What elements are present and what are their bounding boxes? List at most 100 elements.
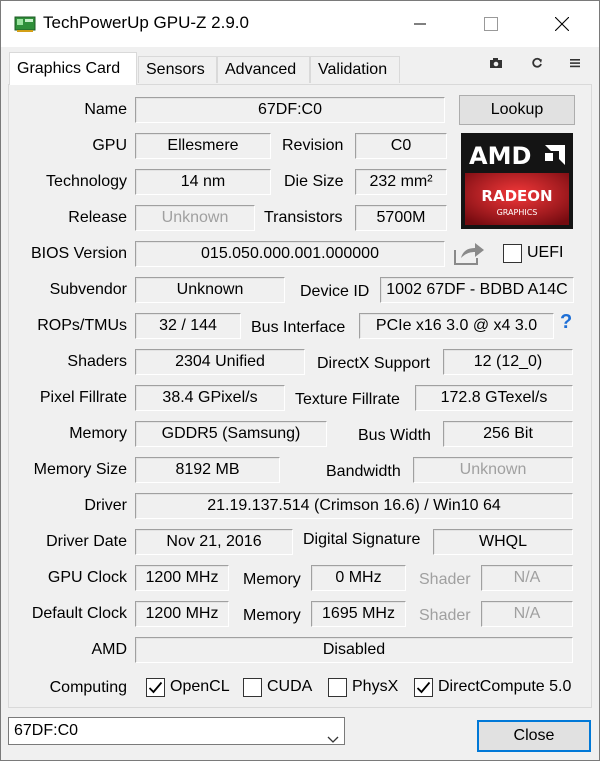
- directcompute-label: DirectCompute 5.0: [438, 678, 572, 695]
- opencl-checkbox[interactable]: [146, 678, 165, 697]
- gpu-memory-clock-field[interactable]: 0 MHz: [311, 565, 406, 591]
- directx-support-label: DirectX Support: [317, 355, 430, 372]
- radeon-logo-text: RADEON: [481, 187, 552, 205]
- gpu-field[interactable]: Ellesmere: [135, 133, 271, 159]
- device-id-field[interactable]: 1002 67DF - BDBD A14C: [380, 277, 574, 303]
- computing-label: Computing: [49, 679, 127, 696]
- default-shader-clock-field[interactable]: N/A: [481, 601, 573, 627]
- gpu-clock-label: GPU Clock: [47, 569, 127, 586]
- lookup-button[interactable]: Lookup: [459, 95, 575, 125]
- revision-field[interactable]: C0: [355, 133, 447, 159]
- cuda-checkbox[interactable]: [243, 678, 262, 697]
- amd-logo-text: AMD: [469, 142, 531, 170]
- default-clock-field[interactable]: 1200 MHz: [135, 601, 229, 627]
- graphics-logo-text: GRAPHICS: [497, 208, 538, 217]
- hamburger-menu-icon[interactable]: [569, 56, 583, 68]
- gpu-memory-clock-label: Memory: [243, 571, 301, 588]
- rops-tmus-field[interactable]: 32 / 144: [135, 313, 241, 339]
- name-field[interactable]: 67DF:C0: [135, 97, 445, 123]
- physx-label: PhysX: [352, 678, 399, 695]
- default-clock-label: Default Clock: [31, 605, 127, 622]
- subvendor-label: Subvendor: [49, 281, 127, 298]
- die-size-label: Die Size: [284, 173, 344, 190]
- directx-support-field[interactable]: 12 (12_0): [443, 349, 573, 375]
- maximize-button[interactable]: [468, 1, 514, 47]
- texture-fillrate-label: Texture Fillrate: [295, 391, 400, 408]
- driver-field[interactable]: 21.19.137.514 (Crimson 16.6) / Win10 64: [135, 493, 573, 519]
- chevron-down-icon: [327, 727, 339, 753]
- default-shader-clock-label: Shader: [419, 607, 471, 624]
- amd-crossfire-field[interactable]: Disabled: [135, 637, 573, 663]
- transistors-label: Transistors: [264, 209, 343, 226]
- subvendor-field[interactable]: Unknown: [135, 277, 285, 303]
- share-icon[interactable]: [453, 240, 485, 266]
- checkmark-icon: [148, 681, 163, 694]
- tab-label: Graphics Card: [17, 60, 121, 77]
- gpu-card-icon: [14, 15, 36, 33]
- digital-signature-field[interactable]: WHQL: [433, 529, 573, 555]
- window-close-button[interactable]: [539, 1, 585, 47]
- bus-interface-label: Bus Interface: [251, 319, 346, 336]
- tab-strip: Graphics Card Sensors Advanced Validatio…: [1, 47, 599, 89]
- gpu-select-dropdown[interactable]: 67DF:C0: [8, 717, 345, 745]
- tab-label: Validation: [318, 61, 388, 78]
- refresh-icon[interactable]: [531, 56, 545, 68]
- close-icon: [555, 17, 569, 31]
- driver-date-field[interactable]: Nov 21, 2016: [135, 529, 293, 555]
- rops-tmus-label: ROPs/TMUs: [37, 317, 127, 334]
- gpu-label: GPU: [92, 137, 127, 154]
- bus-width-field[interactable]: 256 Bit: [443, 421, 573, 447]
- minimize-icon: [414, 18, 426, 30]
- gpu-shader-clock-label: Shader: [419, 571, 471, 588]
- memory-size-label: Memory Size: [33, 461, 127, 478]
- digital-signature-label: Digital Signature: [303, 531, 421, 548]
- bios-version-label: BIOS Version: [30, 245, 127, 262]
- shaders-field[interactable]: 2304 Unified: [135, 349, 305, 375]
- minimize-button[interactable]: [397, 1, 443, 47]
- revision-label: Revision: [282, 137, 344, 154]
- title-bar: TechPowerUp GPU-Z 2.9.0: [1, 1, 599, 47]
- name-label: Name: [84, 101, 127, 118]
- gpu-shader-clock-field[interactable]: N/A: [481, 565, 573, 591]
- gpuz-window: TechPowerUp GPU-Z 2.9.0 Graphics Card Se…: [0, 0, 600, 761]
- amd-radeon-logo: AMD RADEON GRAPHICS: [461, 133, 573, 229]
- amd-label: AMD: [91, 641, 127, 658]
- gpu-select-value: 67DF:C0: [14, 722, 79, 739]
- release-field[interactable]: Unknown: [135, 205, 255, 231]
- bus-width-label: Bus Width: [358, 427, 431, 444]
- bandwidth-label: Bandwidth: [326, 463, 401, 480]
- technology-label: Technology: [46, 173, 127, 190]
- graphics-card-panel: Name 67DF:C0 Lookup GPU Ellesmere Revisi…: [8, 84, 592, 708]
- pixel-fillrate-field[interactable]: 38.4 GPixel/s: [135, 385, 285, 411]
- cuda-label: CUDA: [267, 678, 313, 695]
- bios-version-field[interactable]: 015.050.000.001.000000: [135, 241, 445, 267]
- maximize-icon: [484, 17, 498, 31]
- memory-type-field[interactable]: GDDR5 (Samsung): [135, 421, 327, 447]
- window-title: TechPowerUp GPU-Z 2.9.0: [43, 13, 249, 32]
- tab-sensors[interactable]: Sensors: [138, 56, 217, 83]
- opencl-label: OpenCL: [170, 678, 230, 695]
- die-size-field[interactable]: 232 mm²: [355, 169, 447, 195]
- gpu-clock-field[interactable]: 1200 MHz: [135, 565, 229, 591]
- shaders-label: Shaders: [67, 353, 127, 370]
- tab-validation[interactable]: Validation: [310, 56, 400, 83]
- technology-field[interactable]: 14 nm: [135, 169, 271, 195]
- tab-graphics-card[interactable]: Graphics Card: [9, 52, 137, 85]
- directcompute-checkbox[interactable]: [414, 678, 433, 697]
- bus-interface-help-icon[interactable]: ?: [560, 311, 572, 334]
- device-id-label: Device ID: [300, 283, 370, 300]
- physx-checkbox[interactable]: [328, 678, 347, 697]
- transistors-field[interactable]: 5700M: [355, 205, 447, 231]
- memory-size-field[interactable]: 8192 MB: [135, 457, 280, 483]
- uefi-checkbox[interactable]: [503, 244, 522, 263]
- pixel-fillrate-label: Pixel Fillrate: [39, 389, 127, 406]
- tab-advanced[interactable]: Advanced: [217, 56, 310, 83]
- default-memory-clock-field[interactable]: 1695 MHz: [311, 601, 406, 627]
- bus-interface-field[interactable]: PCIe x16 3.0 @ x4 3.0: [359, 313, 554, 339]
- close-button[interactable]: Close: [477, 720, 591, 752]
- texture-fillrate-field[interactable]: 172.8 GTexel/s: [415, 385, 573, 411]
- bandwidth-field[interactable]: Unknown: [413, 457, 573, 483]
- tab-label: Advanced: [225, 61, 297, 78]
- driver-date-label: Driver Date: [46, 533, 127, 550]
- camera-icon[interactable]: [489, 56, 503, 68]
